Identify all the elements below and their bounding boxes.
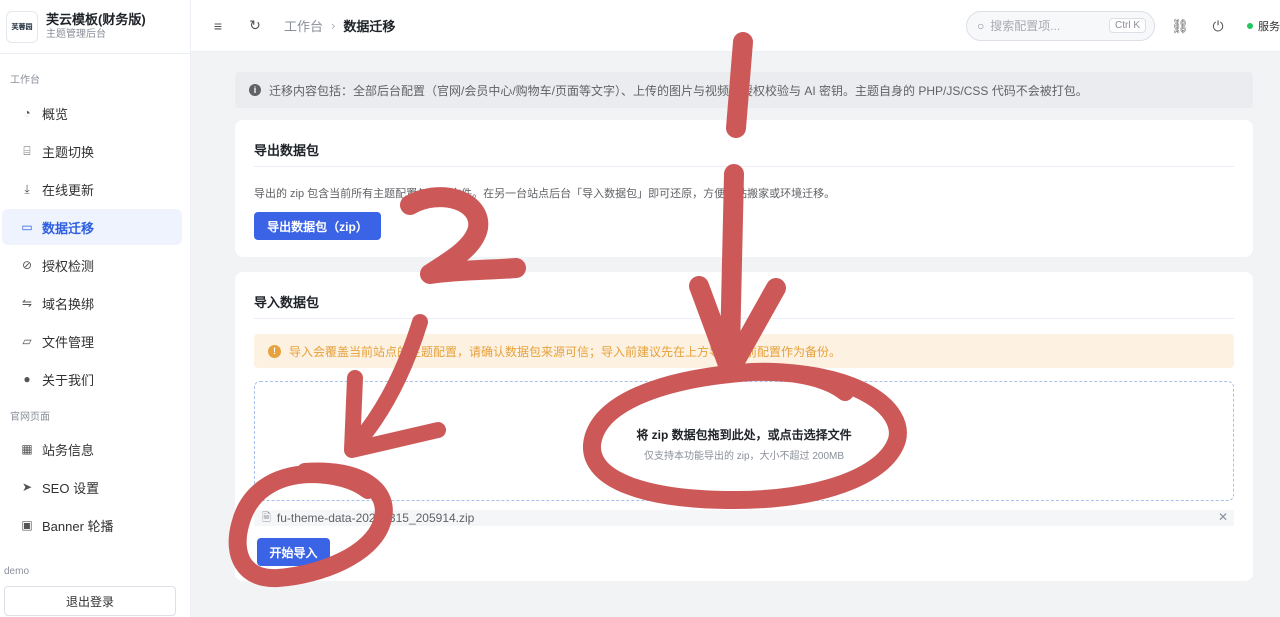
main-content: i 迁移内容包括：全部后台配置（官网/会员中心/购物车/页面等文字）、上传的图片… (191, 52, 1280, 617)
send-icon: ➤ (21, 480, 33, 494)
brand: 芙蓉园 芙云模板(财务版) 主题管理后台 (0, 0, 190, 54)
breadcrumb-root[interactable]: 工作台 (284, 16, 323, 35)
swap-icon: ⇋ (21, 296, 33, 310)
brand-title: 芙云模板(财务版) (46, 11, 146, 27)
nav-group-label-site-pages: 官网页面 (10, 412, 50, 423)
nav-group-label-workbench: 工作台 (10, 75, 40, 86)
search-box[interactable]: ○ Ctrl K (966, 11, 1155, 41)
breadcrumb-current: 数据迁移 (343, 19, 396, 34)
menu-toggle-icon[interactable]: ≡ (209, 17, 227, 35)
theme-icon: ⌸ (23, 143, 31, 158)
brand-logo: 芙蓉园 (6, 10, 38, 43)
start-import-button[interactable]: 开始导入 (257, 538, 330, 566)
sidebar: 芙蓉园 芙云模板(财务版) 主题管理后台 工作台 ◔ 概览 ⌸ 主题切换 ⤓ 在线更新… (0, 0, 191, 617)
sidebar-item-banner[interactable]: ▣ Banner 轮播 (2, 507, 182, 543)
sidebar-item-about[interactable]: ● 关于我们 (2, 361, 182, 397)
export-description: 导出的 zip 包含当前所有主题配置与媒体文件。在另一台站点后台「导入数据包」即… (254, 188, 836, 200)
sidebar-item-label: SEO 设置 (42, 480, 100, 496)
sidebar-item-label: 站务信息 (42, 442, 95, 458)
upload-dropzone[interactable]: 将 zip 数据包拖到此处，或点击选择文件 仅支持本功能导出的 zip，大小不超… (254, 381, 1234, 501)
export-title: 导出数据包 (254, 143, 320, 158)
sidebar-item-overview[interactable]: ◔ 概览 (2, 95, 182, 131)
power-icon[interactable]: ⏻ (1209, 17, 1227, 35)
sidebar-item-online-update[interactable]: ⤓ 在线更新 (2, 171, 182, 207)
logout-button[interactable]: 退出登录 (4, 586, 176, 616)
sidebar-item-label: 文件管理 (42, 334, 95, 350)
selected-file-name: fu-theme-data-20250315_205914.zip (276, 511, 475, 525)
link-icon[interactable]: ⛓ (1171, 17, 1189, 35)
divider (254, 166, 1234, 167)
nav-site-pages: ▦ 站务信息 ➤ SEO 设置 ▣ Banner 轮播 (0, 429, 191, 545)
folder-icon: ▭ (21, 220, 33, 234)
import-warning-text: 导入会覆盖当前站点的主题配置，请确认数据包来源可信；导入前建议先在上方导出当前配… (289, 344, 842, 359)
info-icon: ● (23, 372, 31, 386)
sidebar-item-theme-switch[interactable]: ⌸ 主题切换 (2, 133, 182, 169)
file-icon: 🗎 (262, 511, 271, 524)
sidebar-item-seo-settings[interactable]: ➤ SEO 设置 (2, 469, 182, 505)
status-dot-icon (1247, 23, 1253, 29)
breadcrumb: 工作台 › 数据迁移 (284, 16, 395, 35)
top-header: ≡ ↻ 工作台 › 数据迁移 ○ Ctrl K ⛓ ⏻ 服务正 (191, 0, 1280, 52)
sidebar-item-label: 关于我们 (42, 372, 95, 388)
export-card: 导出数据包 导出的 zip 包含当前所有主题配置与媒体文件。在另一台站点后台「导… (235, 120, 1253, 257)
search-input[interactable] (990, 19, 1101, 33)
sidebar-item-label: 数据迁移 (42, 220, 95, 236)
folder-open-icon: ▱ (22, 334, 32, 348)
sidebar-item-domain-rebind[interactable]: ⇋ 域名换绑 (2, 285, 182, 321)
image-icon: ▣ (21, 518, 33, 532)
search-icon: ○ (977, 19, 985, 33)
sidebar-item-label: 域名换绑 (42, 296, 95, 312)
info-icon: i (249, 84, 261, 96)
building-icon: ▦ (21, 442, 33, 456)
service-status: 服务正 (1247, 18, 1280, 34)
sidebar-item-label: 在线更新 (42, 182, 95, 198)
status-label: 服务正 (1258, 21, 1280, 33)
import-title: 导入数据包 (254, 295, 320, 310)
header-actions: ⛓ ⏻ 服务正 (1171, 17, 1280, 35)
breadcrumb-separator-icon: › (331, 18, 336, 33)
sidebar-item-label: 主题切换 (42, 144, 95, 160)
import-card: 导入数据包 ! 导入会覆盖当前站点的主题配置，请确认数据包来源可信；导入前建议先… (235, 272, 1253, 581)
sidebar-item-site-info[interactable]: ▦ 站务信息 (2, 431, 182, 467)
import-warning: ! 导入会覆盖当前站点的主题配置，请确认数据包来源可信；导入前建议先在上方导出当… (254, 334, 1234, 368)
download-icon: ⤓ (24, 181, 30, 196)
brand-subtitle: 主题管理后台 (46, 28, 106, 40)
migration-info-text: 迁移内容包括：全部后台配置（官网/会员中心/购物车/页面等文字）、上传的图片与视… (269, 83, 1088, 98)
selected-file: 🗎 fu-theme-data-20250315_205914.zip ✕ (254, 510, 1234, 526)
sidebar-item-label: Banner 轮播 (42, 518, 114, 534)
sidebar-item-file-manager[interactable]: ▱ 文件管理 (2, 323, 182, 359)
dropzone-title: 将 zip 数据包拖到此处，或点击选择文件 (636, 428, 852, 442)
sidebar-item-data-migration[interactable]: ▭ 数据迁移 (2, 209, 182, 245)
migration-info-bar: i 迁移内容包括：全部后台配置（官网/会员中心/购物车/页面等文字）、上传的图片… (235, 72, 1253, 108)
sidebar-item-label: 授权检测 (42, 258, 95, 274)
dropzone-hint: 仅支持本功能导出的 zip，大小不超过 200MB (643, 451, 845, 462)
warning-icon: ! (268, 344, 281, 358)
remove-file-icon[interactable]: ✕ (1218, 510, 1228, 524)
sidebar-item-label: 概览 (42, 106, 69, 122)
dashboard-icon: ◔ (23, 106, 31, 120)
current-user: demo (4, 566, 30, 577)
search-shortcut: Ctrl K (1109, 18, 1146, 33)
sidebar-item-license-check[interactable]: ⊘ 授权检测 (2, 247, 182, 283)
divider (254, 318, 1234, 319)
refresh-icon[interactable]: ↻ (246, 17, 264, 35)
export-zip-button[interactable]: 导出数据包（zip） (254, 212, 381, 240)
check-circle-icon: ⊘ (21, 258, 33, 272)
nav-workbench: ◔ 概览 ⌸ 主题切换 ⤓ 在线更新 ▭ 数据迁移 ⊘ 授权检测 ⇋ 域名换绑 ▱ 文件管理 … (0, 93, 191, 399)
